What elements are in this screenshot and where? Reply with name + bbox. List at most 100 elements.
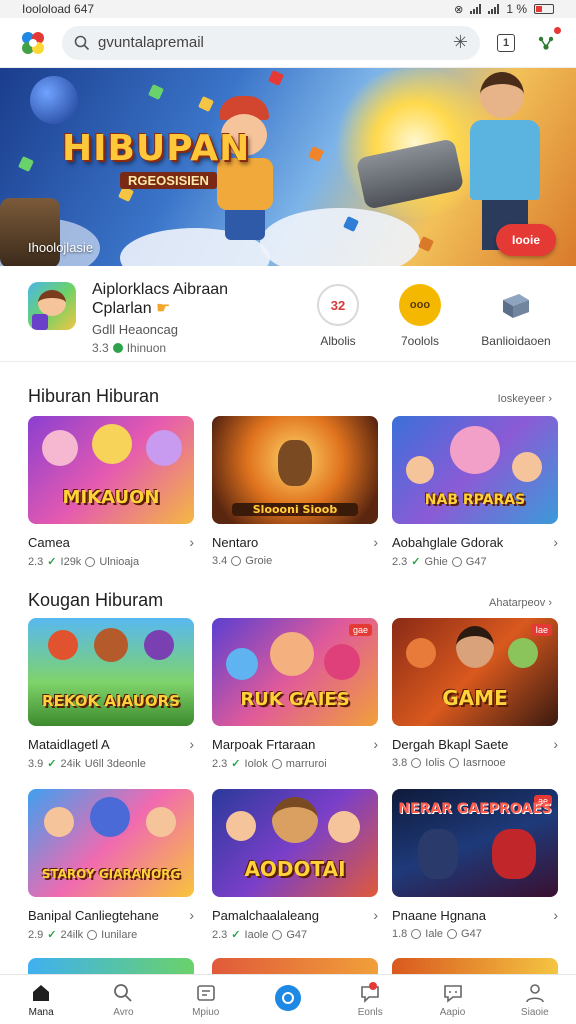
search-input[interactable] <box>98 34 445 51</box>
thumbnail-title: AODOTAI <box>244 857 346 881</box>
shortcut-label: 7oolols <box>400 334 440 348</box>
hero-cloud <box>260 208 420 266</box>
card-meta: 2.3 ✓ I29k Ulnioaja <box>28 555 194 569</box>
app-thumbnail: Sloooni Sioob <box>212 416 378 524</box>
card-tag: Iae <box>531 624 552 636</box>
card-extra: U6ll 3deonle <box>84 757 146 770</box>
bell-icon <box>538 36 554 50</box>
clock-icon <box>272 929 283 940</box>
app-card[interactable]: MIKAUON Camea › 2.3 ✓ I29k Ulnioaja <box>28 416 194 568</box>
tabs-button[interactable]: 1 <box>492 29 520 57</box>
status-icons: ⊗ 1 % <box>454 2 554 16</box>
rating-label: Ihinuon <box>126 341 167 355</box>
app-card[interactable]: Iae GAME Dergah Bkapl Saete › 3.8 Iolis Ia… <box>392 618 558 769</box>
shortcut-toolols[interactable]: ooo 7oolols <box>380 284 460 348</box>
nav-profile[interactable]: Siaoie <box>494 975 576 1024</box>
card-title: Pamalchaalaleang <box>212 907 319 923</box>
hero-subtitle: RGEOSISIEN <box>120 172 217 189</box>
app-thumbnail: Iae GAME <box>392 618 558 726</box>
featured-app-row: Aiplorklacs Aibraan Cplarlan ☛ Gdll Heao… <box>0 266 576 362</box>
shortcut-albolis[interactable]: 32 Albolis <box>298 284 378 348</box>
hero-robot <box>0 198 60 266</box>
home-icon <box>33 984 50 1001</box>
notification-button[interactable] <box>532 25 562 57</box>
card-size: Ghie <box>424 555 448 568</box>
top-bar: ✳ 1 <box>0 18 576 68</box>
hero-title: HIBUPAN <box>62 128 251 169</box>
featured-app-info[interactable]: Aiplorklacs Aibraan Cplarlan ☛ Gdll Heao… <box>92 280 228 355</box>
card-extra: marruroi <box>285 757 327 770</box>
thumbnail-character <box>226 811 256 841</box>
featured-app-rating: 3.3 Ihinuon <box>92 341 228 355</box>
app-logo[interactable] <box>16 25 50 60</box>
card-extra: Iasrnooe <box>462 757 506 769</box>
check-icon: ✓ <box>231 929 241 941</box>
thumbnail-character <box>456 626 494 668</box>
app-card[interactable]: Sloooni Sioob Nentaro › 3.4 Groie <box>212 416 378 567</box>
shortcut-label: Banlioidaoen <box>481 334 551 348</box>
section-more-link[interactable]: Ioskeyeer › <box>498 393 552 405</box>
sparkle-icon[interactable]: ✳ <box>453 32 468 53</box>
box-icon <box>495 284 537 326</box>
app-card[interactable]: NAB RPARAS Aobahglale Gdorak › 2.3 ✓ Ghie G… <box>392 416 558 568</box>
card-tag: gae <box>348 624 372 636</box>
app-thumbnail: STAROY GIARANORG <box>28 789 194 897</box>
card-info: Marpoak Frtaraan › <box>212 736 378 752</box>
card-size: Groie <box>245 555 273 567</box>
featured-app-title: Aiplorklacs Aibraan <box>92 281 229 298</box>
card-info: Dergah Bkapl Saete › <box>392 736 558 752</box>
shortcut-label: Albolis <box>320 334 356 348</box>
app-card[interactable]: REKOK AIAUORS Mataidlagetl A › 3.9 ✓ 24ik U… <box>28 618 194 770</box>
nav-label: Siaoie <box>520 1006 549 1018</box>
section-more-link[interactable]: Ahatarpeov › <box>489 597 552 609</box>
chevron-right-icon: › <box>553 907 558 923</box>
card-title: Marpoak Frtaraan <box>212 736 316 752</box>
thumbnail-character <box>278 440 312 486</box>
thumbnail-character <box>146 807 176 837</box>
app-card[interactable]: gae RUK GAIES Marpoak Frtaraan › 2.3 ✓ Iol… <box>212 618 378 770</box>
nav-apps[interactable]: Mpiuo <box>165 975 247 1024</box>
shortcut-banlioidaoen[interactable]: Banlioidaoen <box>476 284 556 348</box>
app-thumbnail: MIKAUON <box>28 416 194 524</box>
nav-message[interactable]: Aapio <box>411 975 493 1024</box>
card-extra: Iunilare <box>101 928 138 941</box>
hand-icon: ☛ <box>156 300 171 317</box>
search-icon <box>74 35 90 50</box>
chevron-right-icon: › <box>553 534 558 550</box>
hero-block <box>18 156 34 172</box>
status-bar: Iooloload 647 ⊗ 1 % <box>0 0 576 18</box>
thumbnail-character <box>92 424 132 464</box>
app-card[interactable]: STAROY GIARANORG Banipal Canliegtehane ›… <box>28 789 194 941</box>
hero-cta-button[interactable]: Iooie <box>496 224 556 256</box>
card-info: Pamalchaalaleang › <box>212 907 378 923</box>
nav-center[interactable] <box>247 975 329 1024</box>
thumbnail-title: STAROY GIARANORG <box>41 867 181 881</box>
app-thumbnail: NAB RPARAS <box>392 416 558 524</box>
nav-home[interactable]: Mana <box>0 975 82 1024</box>
clock-icon <box>411 929 422 939</box>
card-title: Banipal Canliegtehane <box>28 907 159 923</box>
chevron-right-icon: › <box>189 534 194 550</box>
hero-banner[interactable]: HIBUPAN RGEOSISIEN Ihoolojlasie <box>0 68 576 266</box>
check-icon: ✓ <box>411 556 421 568</box>
search-bar[interactable]: ✳ <box>62 25 480 60</box>
thumbnail-character <box>226 648 258 680</box>
app-thumbnail: ae NERAR GAEPROAES <box>392 789 558 897</box>
thumbnail-title: RUK GAIES <box>240 689 350 710</box>
chevron-right-icon: › <box>373 534 378 550</box>
featured-app-icon[interactable] <box>28 282 76 330</box>
thumbnail-title: MIKAUON <box>62 487 160 508</box>
nav-label: Mana <box>28 1006 54 1018</box>
signal-icon <box>470 4 482 14</box>
nav-chat[interactable]: Eonls <box>329 975 411 1024</box>
thumbnail-character <box>272 797 318 843</box>
nav-search[interactable]: Avro <box>82 975 164 1024</box>
app-card[interactable]: AODOTAI Pamalchaalaleang › 2.3 ✓ Iaole G47 <box>212 789 378 941</box>
app-card[interactable]: ae NERAR GAEPROAES Pnaane Hgnana › 1.8 Ia… <box>392 789 558 940</box>
app-thumbnail: REKOK AIAUORS <box>28 618 194 726</box>
thumbnail-title: NERAR GAEPROAES <box>398 801 552 817</box>
card-rating: 2.9 <box>28 928 44 941</box>
battery-percent: 1 % <box>506 2 527 16</box>
featured-app-title-line2: Cplarlan ☛ <box>92 300 171 317</box>
albolis-icon: 32 <box>317 284 359 326</box>
